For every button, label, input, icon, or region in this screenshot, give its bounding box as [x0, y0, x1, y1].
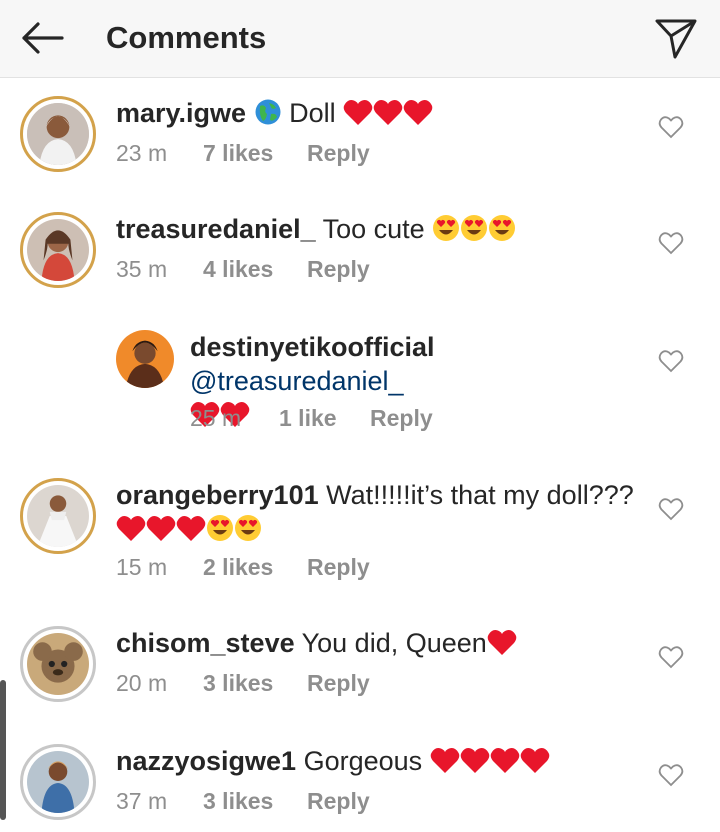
- reply-button[interactable]: Reply: [307, 668, 370, 698]
- comment-time: 37 m: [116, 788, 168, 814]
- reply-button[interactable]: Reply: [370, 403, 433, 433]
- comment-time: 15 m: [116, 554, 168, 580]
- avatar[interactable]: [20, 744, 96, 820]
- avatar[interactable]: [20, 96, 96, 172]
- red-heart-icon: [146, 516, 176, 541]
- heart-eyes-emoji-icon: [433, 215, 460, 241]
- comment-username[interactable]: orangeberry101: [116, 480, 319, 510]
- comment-meta: 20 m 3 likes Reply: [116, 668, 370, 698]
- heart-eyes-emoji-icon: [489, 215, 516, 241]
- like-heart-icon[interactable]: [658, 644, 684, 670]
- red-heart-icon: [490, 748, 519, 773]
- comment-likes[interactable]: 4 likes: [203, 254, 307, 284]
- comment-text: chisom_steve You did, Queen: [116, 626, 636, 660]
- comment-time: 25 m: [190, 405, 242, 431]
- comment-meta: 37 m 3 likes Reply: [116, 786, 370, 816]
- red-heart-icon: [403, 100, 433, 125]
- comment-text: mary.igwe Doll: [116, 96, 636, 130]
- avatar[interactable]: [20, 626, 96, 702]
- heart-eyes-emoji-icon: [207, 515, 233, 541]
- reply-button[interactable]: Reply: [307, 138, 370, 168]
- comment-likes[interactable]: 7 likes: [203, 138, 307, 168]
- globe-icon: [255, 99, 281, 125]
- comment-meta: 25 m 1 like Reply: [190, 403, 433, 433]
- comment-likes[interactable]: 2 likes: [203, 552, 307, 582]
- hearts-group: [336, 98, 434, 128]
- heart-eyes-emoji-icon: [461, 215, 488, 241]
- paper-plane-icon[interactable]: [654, 16, 698, 60]
- comment-body: Gorgeous: [296, 746, 430, 776]
- comment-time: 20 m: [116, 670, 168, 696]
- like-heart-icon[interactable]: [658, 348, 684, 374]
- comment-likes[interactable]: 1 like: [279, 403, 370, 433]
- red-heart-icon: [430, 748, 459, 773]
- scrollbar[interactable]: [0, 680, 6, 820]
- comment-username[interactable]: chisom_steve: [116, 628, 295, 658]
- avatar[interactable]: [20, 478, 96, 554]
- comment-body: Wat!!!!!it’s that my doll???: [318, 480, 634, 510]
- like-heart-icon[interactable]: [658, 230, 684, 256]
- comment-meta: 15 m 2 likes Reply: [116, 552, 370, 582]
- comment-body: Doll: [281, 98, 336, 128]
- comment-username[interactable]: nazzyosigwe1: [116, 746, 296, 776]
- comment-username[interactable]: destinyetikoofficial: [190, 332, 435, 362]
- back-arrow-icon[interactable]: [18, 18, 66, 58]
- comment-likes[interactable]: 3 likes: [203, 786, 307, 816]
- page-title: Comments: [106, 20, 267, 55]
- red-heart-icon: [116, 516, 146, 541]
- red-heart-icon: [373, 100, 403, 125]
- mention-link[interactable]: @treasuredaniel_: [190, 366, 404, 396]
- hearts-group: [430, 746, 550, 776]
- red-heart-icon: [487, 630, 517, 655]
- comment-time: 35 m: [116, 256, 168, 282]
- avatar[interactable]: [116, 330, 174, 388]
- reply-button[interactable]: Reply: [307, 786, 370, 816]
- heart-eyes-emoji-icon: [235, 515, 261, 541]
- hearteyes-group: [206, 514, 262, 544]
- comment-likes[interactable]: 3 likes: [203, 668, 307, 698]
- comment-body: Too cute: [315, 214, 425, 244]
- comment-text: treasuredaniel_ Too cute: [116, 212, 636, 246]
- reply-button[interactable]: Reply: [307, 254, 370, 284]
- red-heart-icon: [343, 100, 373, 125]
- comment-username[interactable]: treasuredaniel_: [116, 214, 316, 244]
- comment-meta: 23 m 7 likes Reply: [116, 138, 370, 168]
- comment-username[interactable]: mary.igwe: [116, 98, 246, 128]
- red-heart-icon: [460, 748, 489, 773]
- hearts-group: [116, 514, 206, 544]
- comment-meta: 35 m 4 likes Reply: [116, 254, 370, 284]
- red-heart-icon: [176, 516, 206, 541]
- comment-text: orangeberry101 Wat!!!!!it’s that my doll…: [116, 478, 636, 546]
- comment-body: You did, Queen: [294, 628, 487, 658]
- like-heart-icon[interactable]: [658, 762, 684, 788]
- comment-time: 23 m: [116, 140, 168, 166]
- comment-text: nazzyosigwe1 Gorgeous: [116, 744, 636, 778]
- hearteyes-group: [425, 214, 517, 244]
- reply-button[interactable]: Reply: [307, 552, 370, 582]
- avatar[interactable]: [20, 212, 96, 288]
- red-heart-icon: [520, 748, 549, 773]
- header-bar: Comments: [0, 0, 720, 78]
- like-heart-icon[interactable]: [658, 496, 684, 522]
- like-heart-icon[interactable]: [658, 114, 684, 140]
